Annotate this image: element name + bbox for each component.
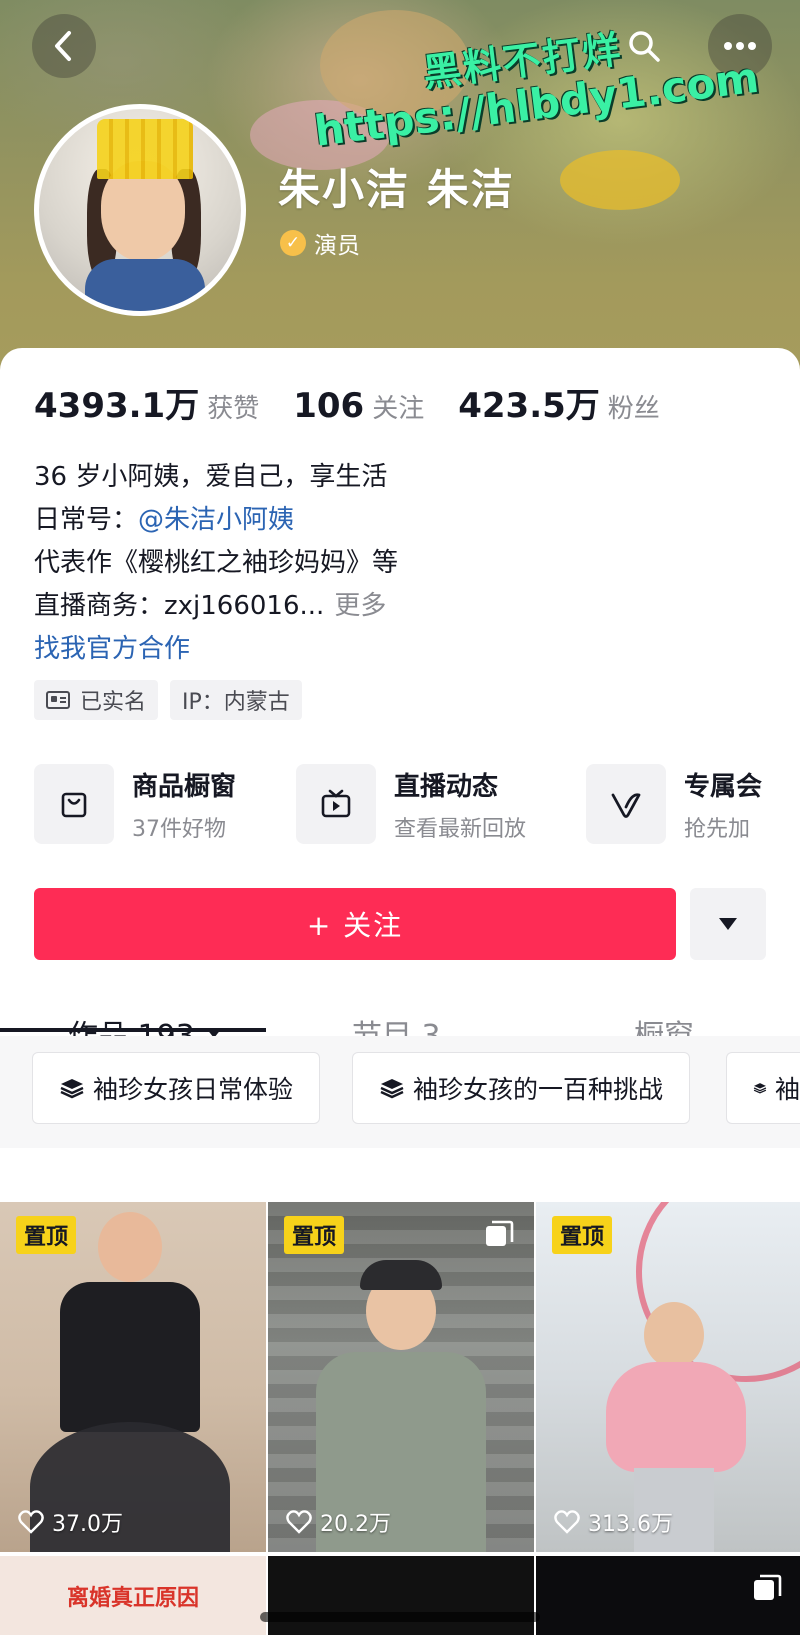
like-count: 37.0万 — [18, 1506, 123, 1538]
v-badge-icon — [586, 764, 667, 844]
shopping-bag-icon — [34, 764, 114, 844]
stat-followers[interactable]: 423.5万 粉丝 — [458, 378, 660, 427]
bio-more-button[interactable]: 更多 — [334, 591, 386, 621]
heart-icon — [18, 1510, 44, 1534]
collection-chip[interactable]: 袖 — [726, 1052, 800, 1124]
back-button[interactable] — [32, 14, 96, 78]
daily-account-link[interactable]: @朱洁小阿姨 — [138, 505, 294, 535]
avatar-overall — [85, 259, 205, 311]
stat-following[interactable]: 106 关注 — [293, 386, 424, 426]
verification-badge: ✓ 演员 — [280, 226, 360, 260]
collection-chip[interactable]: 袖珍女孩的一百种挑战 — [352, 1052, 691, 1124]
pinned-badge: 置顶 — [16, 1216, 77, 1254]
avatar[interactable] — [34, 104, 246, 316]
like-count: 313.6万 — [554, 1506, 673, 1538]
realname-label: 已实名 — [80, 690, 147, 715]
video-thumbnail[interactable]: 离婚真正原因 — [0, 1556, 266, 1635]
bio-line: 日常号：@朱洁小阿姨 — [34, 499, 398, 542]
figure-head — [644, 1302, 704, 1368]
feature-row: 商品橱窗 37件好物 直播动态 查看最新回放 专属会 抢先加 — [34, 764, 800, 844]
collections-row: 袖珍女孩日常体验 袖珍女孩的一百种挑战 袖 — [0, 1036, 800, 1148]
heart-icon — [286, 1510, 312, 1534]
bio-business: 直播商务：zxj166016... — [34, 591, 325, 621]
stat-value: 423.5万 — [458, 386, 600, 426]
feature-title: 直播动态 — [394, 771, 499, 802]
profile-header-background: 黑料不打烊 https://hlbdy1.com 朱小洁 朱洁 ✓ 演员 — [0, 0, 800, 380]
ip-label: IP：内蒙古 — [182, 690, 290, 715]
feature-exclusive[interactable]: 专属会 抢先加 — [586, 764, 762, 844]
realname-tag: 已实名 — [34, 680, 159, 720]
collection-label: 袖珍女孩的一百种挑战 — [413, 1075, 664, 1104]
tv-live-icon — [296, 764, 377, 844]
profile-card: 4393.1万 获赞 106 关注 423.5万 粉丝 36 岁小阿姨，爱自己，… — [0, 348, 800, 1635]
figure-hair — [360, 1260, 442, 1290]
like-count-value: 20.2万 — [320, 1512, 391, 1537]
ip-tag: IP：内蒙古 — [170, 680, 302, 720]
bio-line: 代表作《樱桃红之袖珍妈妈》等 — [34, 548, 399, 578]
flower-decoration — [560, 150, 680, 210]
profile-name: 朱小洁 朱洁 — [278, 165, 515, 214]
check-badge-icon: ✓ — [280, 230, 306, 256]
multi-image-icon — [486, 1220, 514, 1246]
video-thumbnail[interactable]: 置顶 20.2万 — [268, 1202, 534, 1552]
stat-value: 4393.1万 — [34, 386, 200, 426]
bio: 36 岁小阿姨，爱自己，享生活 日常号：@朱洁小阿姨 代表作《樱桃红之袖珍妈妈》… — [34, 456, 398, 671]
collection-chip[interactable]: 袖珍女孩日常体验 — [32, 1052, 321, 1124]
feature-text: 商品橱窗 37件好物 — [132, 766, 236, 843]
layers-icon — [380, 1079, 404, 1099]
feature-title: 商品橱窗 — [132, 771, 237, 802]
like-count: 20.2万 — [286, 1506, 391, 1538]
recommend-dropdown-button[interactable] — [690, 888, 766, 960]
stat-label: 关注 — [372, 394, 425, 424]
video-thumbnail[interactable] — [536, 1556, 800, 1635]
stat-likes[interactable]: 4393.1万 获赞 — [34, 378, 259, 427]
video-thumbnail[interactable]: 置顶 313.6万 — [536, 1202, 800, 1552]
stat-label: 获赞 — [207, 394, 260, 424]
feature-subtitle: 查看最新回放 — [394, 816, 527, 842]
video-thumbnail[interactable] — [268, 1556, 534, 1635]
follow-button[interactable]: + 关注 — [34, 888, 676, 960]
feature-text: 专属会 抢先加 — [684, 766, 762, 843]
thumbnail-caption: 离婚真正原因 — [66, 1586, 199, 1611]
bio-daily-label: 日常号： — [34, 505, 139, 535]
like-count-value: 37.0万 — [52, 1512, 123, 1537]
bio-line: 36 岁小阿姨，爱自己，享生活 — [34, 462, 388, 492]
video-thumbnail[interactable]: 置顶 37.0万 — [0, 1202, 266, 1552]
verification-label: 演员 — [314, 233, 360, 259]
feature-subtitle: 37件好物 — [132, 816, 226, 842]
feature-title: 专属会 — [684, 771, 763, 802]
profile-tags: 已实名 IP：内蒙古 — [34, 680, 314, 720]
cooperation-link[interactable]: 找我官方合作 — [34, 628, 398, 671]
layers-icon — [753, 1083, 767, 1094]
collection-label: 袖珍女孩日常体验 — [93, 1075, 294, 1104]
bio-line: 直播商务：zxj166016... 更多 — [34, 585, 398, 628]
chevron-left-icon — [55, 31, 71, 61]
feature-shop-window[interactable]: 商品橱窗 37件好物 — [34, 764, 236, 844]
like-count-value: 313.6万 — [588, 1512, 673, 1537]
stats-row: 4393.1万 获赞 106 关注 423.5万 粉丝 — [34, 378, 694, 427]
heart-icon — [554, 1510, 580, 1534]
feature-text: 直播动态 查看最新回放 — [394, 766, 526, 843]
stat-value: 106 — [293, 386, 365, 426]
pinned-badge: 置顶 — [284, 1216, 345, 1254]
figure-jacket — [60, 1282, 200, 1432]
layers-icon — [60, 1079, 84, 1099]
stat-label: 粉丝 — [607, 394, 660, 424]
pinned-badge: 置顶 — [552, 1216, 613, 1254]
follow-row: + 关注 — [34, 888, 766, 960]
feature-live[interactable]: 直播动态 查看最新回放 — [296, 764, 526, 844]
id-card-icon — [46, 691, 70, 709]
home-indicator[interactable] — [260, 1612, 540, 1622]
caret-down-icon — [719, 918, 737, 930]
active-tab-indicator — [0, 1028, 266, 1032]
feature-subtitle: 抢先加 — [684, 816, 751, 842]
figure-head — [98, 1212, 162, 1282]
multi-image-icon — [754, 1574, 782, 1600]
collection-label: 袖 — [774, 1075, 800, 1104]
avatar-crown — [97, 119, 193, 179]
figure-jacket — [606, 1362, 746, 1472]
